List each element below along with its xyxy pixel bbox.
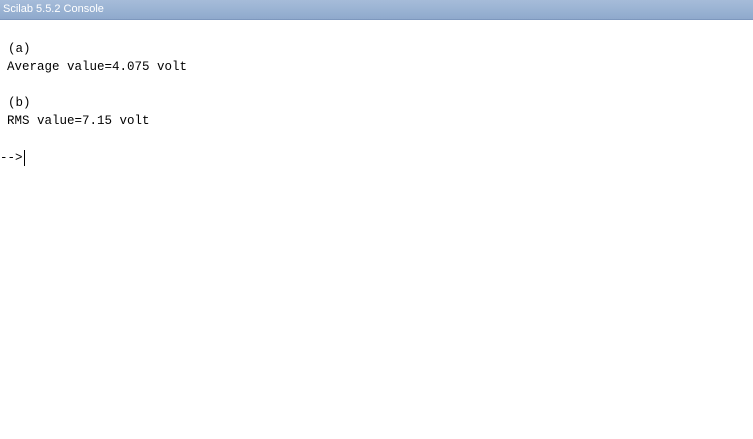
console-line: Average value=4.075 volt [7, 60, 188, 74]
console-line: (b) [8, 96, 31, 110]
title-bar[interactable]: Scilab 5.5.2 Console [0, 0, 753, 20]
console-line: RMS value=7.15 volt [7, 114, 150, 128]
window-title: Scilab 5.5.2 Console [3, 3, 104, 15]
scilab-console-window: Scilab 5.5.2 Console (a) Average value=4… [0, 0, 753, 439]
console-prompt: --> [0, 151, 23, 165]
command-input-line[interactable]: --> [0, 150, 25, 166]
console-output-area[interactable]: (a) Average value=4.075 volt (b) RMS val… [0, 20, 753, 439]
console-line: (a) [8, 42, 31, 56]
text-cursor [23, 150, 25, 166]
